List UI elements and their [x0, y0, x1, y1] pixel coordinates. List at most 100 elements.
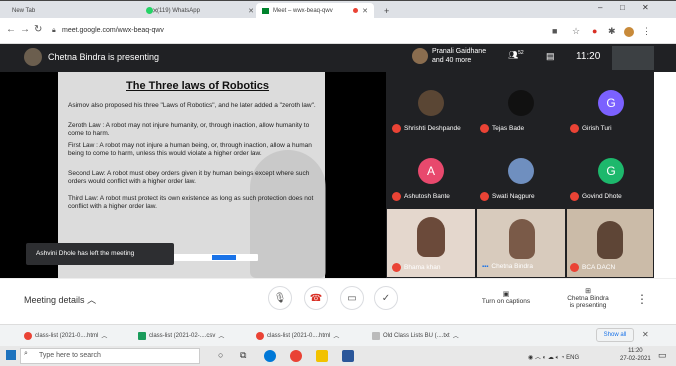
people-icon[interactable]: 👥︎52	[508, 50, 524, 60]
more-options-icon[interactable]: ⋮	[636, 292, 648, 306]
mic-off-icon	[570, 263, 579, 272]
restore-icon[interactable]: □	[620, 3, 625, 12]
slide-paragraph: First Law : A robot may not injure a hum…	[68, 142, 312, 157]
participant-tile[interactable]: Ashutosh Bante	[392, 192, 450, 201]
participant-tile[interactable]: Shrishti Deshpande	[392, 124, 461, 133]
close-icon[interactable]: ✕	[362, 7, 368, 15]
video-name: ▪▪▪ Chetna Bindra	[482, 263, 533, 270]
file-explorer-icon[interactable]	[316, 350, 328, 362]
url-field[interactable]: meet.google.com/wwx-beaq-qwv	[62, 27, 164, 34]
chrome-icon[interactable]	[290, 350, 302, 362]
participant-tile[interactable]: Swati Nagpure	[480, 192, 535, 201]
extension-icon[interactable]: ●	[592, 26, 597, 36]
mic-button[interactable]: 🎙︎	[268, 286, 292, 310]
slide-paragraph: Asimov also proposed his three "Laws of …	[68, 102, 316, 109]
video-name: Bhama khan	[392, 263, 441, 272]
forward-icon[interactable]: →	[20, 24, 30, 35]
word-icon[interactable]	[342, 350, 354, 362]
tab-whatsapp[interactable]: (119) WhatsApp ✕	[140, 3, 260, 18]
microphone-icon: 🎙︎	[273, 292, 287, 304]
leave-call-button[interactable]: ☎︎	[304, 286, 328, 310]
taskbar-time: 11:20	[628, 348, 643, 354]
recording-dot-icon	[353, 8, 359, 13]
host-name: Pranali Gaidhane	[432, 48, 487, 55]
cortana-icon[interactable]: ○	[218, 350, 223, 360]
menu-icon[interactable]: ⋮	[642, 26, 651, 37]
avatar-initial: G	[598, 90, 624, 116]
meeting-details-button[interactable]: Meeting details ︿	[24, 293, 96, 306]
download-item[interactable]: Old Class Lists BU (....txt ︿	[372, 331, 459, 340]
windows-start-icon[interactable]	[6, 350, 16, 360]
participant-summary[interactable]: Pranali Gaidhane and 40 more	[432, 47, 486, 65]
notifications-icon[interactable]: ▭	[658, 350, 667, 361]
participant-name: Girish Turi	[582, 125, 612, 132]
avatar-photo	[508, 90, 534, 116]
language-label[interactable]: ENG	[566, 355, 579, 361]
stop-sharing-button[interactable]	[212, 255, 236, 260]
meet-icon	[262, 7, 269, 14]
whatsapp-icon	[146, 7, 153, 14]
chevron-up-icon[interactable]: ︿	[535, 355, 541, 361]
lock-icon: 🔒︎	[52, 27, 56, 34]
show-all-button[interactable]: Show all	[596, 328, 634, 342]
network-icon[interactable]: ◐	[543, 355, 547, 361]
participant-tile[interactable]: Govind Dhote	[570, 192, 622, 201]
profile-avatar[interactable]	[624, 27, 634, 37]
mic-off-icon	[480, 124, 489, 133]
participant-name: Bhama khan	[404, 264, 441, 271]
download-item[interactable]: class-list (2021-0....html ︿	[256, 331, 339, 340]
download-item[interactable]: class-list (2021-02-....csv ︿	[138, 331, 224, 340]
task-view-icon[interactable]: ⧉	[240, 350, 246, 361]
participant-count: 52	[518, 50, 524, 56]
taskbar-search-input[interactable]: Type here to search	[20, 348, 200, 364]
avatar-photo	[418, 90, 444, 116]
close-icon[interactable]: ✕	[248, 7, 254, 15]
reload-icon[interactable]: ↻	[34, 24, 42, 35]
taskbar-date: 27-02-2021	[620, 356, 651, 362]
back-icon[interactable]: ←	[6, 24, 16, 35]
avatar-initial: A	[418, 158, 444, 184]
close-icon[interactable]: ✕	[642, 330, 649, 339]
edge-icon[interactable]	[264, 350, 276, 362]
download-item[interactable]: class-list (2021-0....html ︿	[24, 331, 107, 340]
puzzle-icon[interactable]: ✱	[608, 26, 616, 37]
camera-button[interactable]: ▭	[340, 286, 364, 310]
presenter-avatar	[24, 48, 42, 66]
video-name: BCA DACN	[570, 263, 615, 272]
slide-paragraph: Second Law: A robot must obey orders giv…	[68, 170, 310, 185]
participant-tile[interactable]: Tejas Bade	[480, 124, 524, 133]
tab-meet[interactable]: Meet – wwx-beaq-qwv ✕	[256, 3, 374, 18]
raise-hand-button[interactable]: ✓	[374, 286, 398, 310]
chevron-up-icon[interactable]: ︿	[333, 331, 339, 340]
participant-tile[interactable]: Girish Turi	[570, 124, 612, 133]
camera-icon[interactable]: ■	[552, 26, 557, 36]
taskbar-clock[interactable]: 11:20 27-02-2021	[620, 347, 651, 363]
download-label: Old Class Lists BU (....txt	[383, 332, 450, 339]
presenting-status-button[interactable]: ⊞ Chetna Bindra is presenting	[560, 287, 616, 309]
window-close-icon[interactable]: ✕	[642, 3, 649, 12]
present-icon: ⊞	[585, 288, 591, 295]
chevron-up-icon[interactable]: ︿	[101, 331, 107, 340]
person-silhouette	[417, 217, 445, 257]
text-file-icon	[372, 331, 380, 340]
chat-icon[interactable]: ▤	[546, 51, 555, 62]
mic-off-icon	[392, 263, 401, 272]
system-tray: ◉ ︿ ◐ ☁ 🔈︎ ◔ ENG	[528, 352, 579, 362]
captions-button[interactable]: ▣ Turn on captions	[476, 290, 536, 305]
people-icon[interactable]: ◉	[528, 355, 533, 361]
minimize-icon[interactable]: –	[598, 3, 602, 12]
participant-name: Tejas Bade	[492, 125, 525, 132]
search-icon: ⌕	[24, 350, 28, 357]
chevron-up-icon[interactable]: ︿	[453, 331, 459, 340]
volume-icon[interactable]: 🔈︎	[556, 355, 560, 361]
chevron-up-icon[interactable]: ︿	[218, 331, 224, 340]
wifi-icon[interactable]: ◔	[561, 355, 565, 361]
avatar-initial: G	[598, 158, 624, 184]
new-tab-button[interactable]: +	[378, 3, 392, 18]
participant-name: Swati Nagpure	[492, 193, 535, 200]
star-icon[interactable]: ☆	[572, 26, 580, 37]
onedrive-icon[interactable]: ☁	[548, 355, 554, 361]
self-view-thumbnail[interactable]	[612, 46, 654, 70]
end-call-icon: ☎︎	[309, 292, 323, 304]
presenter-name: Chetna Bindra	[567, 295, 609, 302]
